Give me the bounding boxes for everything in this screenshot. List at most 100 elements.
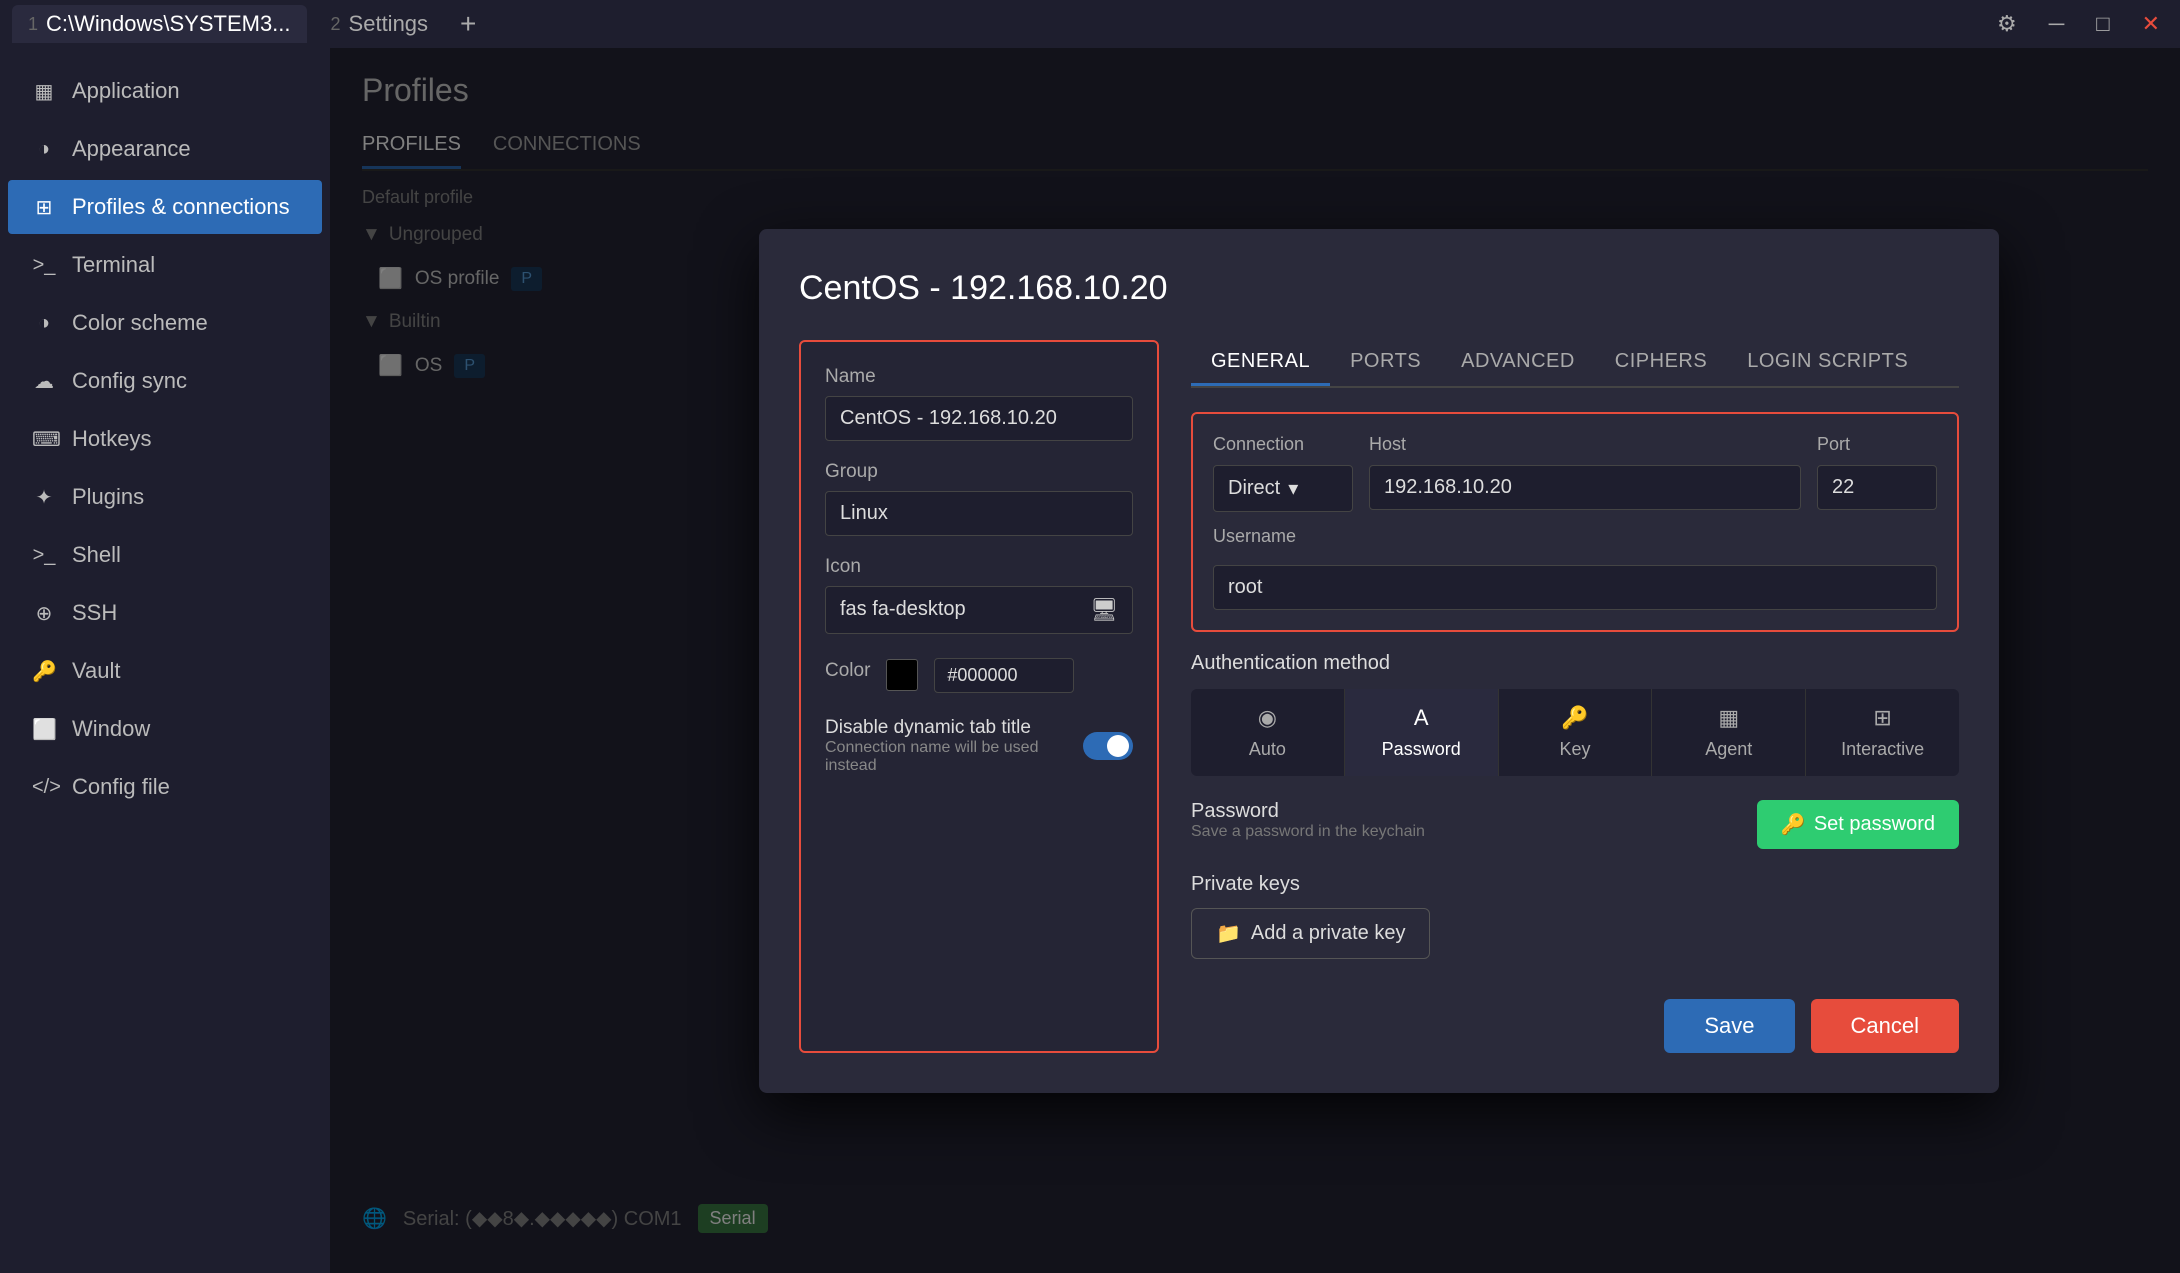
shell-icon: >_ [32, 544, 56, 567]
sidebar-label-config-sync: Config sync [72, 368, 187, 394]
key-icon-btn: 🔑 [1781, 812, 1806, 837]
maximize-button[interactable]: □ [2088, 7, 2117, 41]
tab-1-label: C:\Windows\SYSTEM3... [46, 11, 291, 37]
main-layout: ▦ Application ◑ Appearance ⊞ Profiles & … [0, 48, 2180, 1273]
sidebar-item-hotkeys[interactable]: ⌨ Hotkeys [8, 412, 322, 466]
sidebar-item-plugins[interactable]: ✦ Plugins [8, 470, 322, 524]
conn-row-1: Connection Direct ▾ Host [1213, 434, 1937, 512]
username-label: Username [1213, 526, 1937, 547]
minimize-button[interactable]: ─ [2041, 7, 2073, 41]
sidebar-label-window: Window [72, 716, 150, 742]
terminal-icon: >_ [32, 254, 56, 277]
sidebar-item-terminal[interactable]: >_ Terminal [8, 238, 322, 292]
toggle-main-label: Disable dynamic tab title [825, 717, 1083, 739]
set-pw-label: Set password [1814, 813, 1935, 836]
name-label: Name [825, 366, 1133, 388]
icon-row[interactable]: fas fa-desktop 🖥 [825, 586, 1133, 634]
password-icon: A [1414, 705, 1429, 731]
password-section: Password Save a password in the keychain… [1191, 800, 1959, 849]
color-preview[interactable] [886, 659, 918, 691]
sidebar-item-profiles[interactable]: ⊞ Profiles & connections [8, 180, 322, 234]
connection-dropdown[interactable]: Direct ▾ [1213, 465, 1353, 512]
color-scheme-icon: ◑ [32, 312, 56, 335]
auth-agent-label: Agent [1705, 739, 1752, 760]
modal-right-panel: GENERAL PORTS ADVANCED CIPHERS LOGIN SCR… [1191, 340, 1959, 1053]
private-keys-section: Private keys 📁 Add a private key [1191, 873, 1959, 959]
chevron-down-icon: ▾ [1288, 476, 1298, 501]
sidebar-item-config-file[interactable]: </> Config file [8, 760, 322, 814]
config-file-icon: </> [32, 776, 56, 799]
auth-section-label: Authentication method [1191, 652, 1959, 675]
sidebar-item-config-sync[interactable]: ☁ Config sync [8, 354, 322, 408]
sidebar-label-vault: Vault [72, 658, 121, 684]
port-group: Port [1817, 434, 1937, 510]
color-field[interactable] [934, 658, 1074, 693]
tab-advanced[interactable]: ADVANCED [1441, 340, 1595, 386]
add-private-key-button[interactable]: 📁 Add a private key [1191, 908, 1430, 959]
color-label: Color [825, 660, 870, 682]
tab-ports[interactable]: PORTS [1330, 340, 1441, 386]
sidebar-item-application[interactable]: ▦ Application [8, 64, 322, 118]
config-sync-icon: ☁ [32, 369, 56, 394]
username-field[interactable] [1213, 565, 1937, 610]
toggle-label-group: Disable dynamic tab title Connection nam… [825, 717, 1083, 775]
sidebar-item-shell[interactable]: >_ Shell [8, 528, 322, 582]
save-button[interactable]: Save [1664, 999, 1794, 1053]
auth-password[interactable]: A Password [1345, 689, 1499, 776]
tab-ciphers[interactable]: CIPHERS [1595, 340, 1727, 386]
auth-password-label: Password [1382, 739, 1461, 760]
tab-2-num: 2 [331, 14, 341, 35]
sidebar-label-ssh: SSH [72, 600, 117, 626]
host-group: Host [1369, 434, 1801, 510]
application-icon: ▦ [32, 79, 56, 104]
auth-interactive-label: Interactive [1841, 739, 1924, 760]
modal-left-panel: Name Group Icon fas fa-desktop 🖥 Color [799, 340, 1159, 1053]
toggle-switch[interactable] [1083, 732, 1133, 760]
auto-icon: ◉ [1258, 705, 1277, 731]
group-field[interactable] [825, 491, 1133, 536]
cancel-button[interactable]: Cancel [1811, 999, 1959, 1053]
password-label-group: Password Save a password in the keychain [1191, 800, 1425, 841]
sidebar-label-profiles: Profiles & connections [72, 194, 290, 220]
content-area: Profiles PROFILES CONNECTIONS Default pr… [330, 48, 2180, 1273]
auth-agent[interactable]: ▦ Agent [1652, 689, 1806, 776]
close-button[interactable]: ✕ [2134, 7, 2168, 41]
auth-key[interactable]: 🔑 Key [1499, 689, 1653, 776]
sidebar-item-appearance[interactable]: ◑ Appearance [8, 122, 322, 176]
password-sublabel: Save a password in the keychain [1191, 823, 1425, 841]
group-label: Group [825, 461, 1133, 483]
modal-dialog: CentOS - 192.168.10.20 Name Group Icon f… [759, 229, 1999, 1093]
auth-interactive[interactable]: ⊞ Interactive [1806, 689, 1959, 776]
tab-1[interactable]: 1 C:\Windows\SYSTEM3... [12, 5, 307, 43]
auth-key-label: Key [1559, 739, 1590, 760]
port-field[interactable] [1817, 465, 1937, 510]
auth-auto[interactable]: ◉ Auto [1191, 689, 1345, 776]
sidebar-item-window[interactable]: ⬜ Window [8, 702, 322, 756]
sidebar-label-shell: Shell [72, 542, 121, 568]
icon-label: Icon [825, 556, 1133, 578]
new-tab-button[interactable]: + [452, 8, 484, 40]
auth-section: Authentication method ◉ Auto A Password [1191, 652, 1959, 776]
icon-value: fas fa-desktop [840, 598, 966, 621]
name-field[interactable] [825, 396, 1133, 441]
port-label: Port [1817, 434, 1937, 455]
sidebar-item-ssh[interactable]: ⊕ SSH [8, 586, 322, 640]
set-password-button[interactable]: 🔑 Set password [1757, 800, 1959, 849]
host-label: Host [1369, 434, 1801, 455]
tab-2[interactable]: 2 Settings [315, 5, 445, 43]
sidebar-item-vault[interactable]: 🔑 Vault [8, 644, 322, 698]
modal-title: CentOS - 192.168.10.20 [799, 269, 1959, 308]
settings-icon[interactable]: ⚙ [1989, 7, 2025, 41]
sidebar-label-terminal: Terminal [72, 252, 155, 278]
color-row: Color [825, 658, 1133, 693]
host-field[interactable] [1369, 465, 1801, 510]
toggle-row: Disable dynamic tab title Connection nam… [825, 717, 1133, 775]
tab-login-scripts[interactable]: LOGIN SCRIPTS [1727, 340, 1928, 386]
sidebar: ▦ Application ◑ Appearance ⊞ Profiles & … [0, 48, 330, 1273]
tab-general[interactable]: GENERAL [1191, 340, 1330, 386]
window-icon: ⬜ [32, 717, 56, 742]
sidebar-item-color-scheme[interactable]: ◑ Color scheme [8, 296, 322, 350]
auth-methods: ◉ Auto A Password 🔑 Key [1191, 689, 1959, 776]
tab-1-num: 1 [28, 14, 38, 35]
modal-tabs: GENERAL PORTS ADVANCED CIPHERS LOGIN SCR… [1191, 340, 1959, 388]
